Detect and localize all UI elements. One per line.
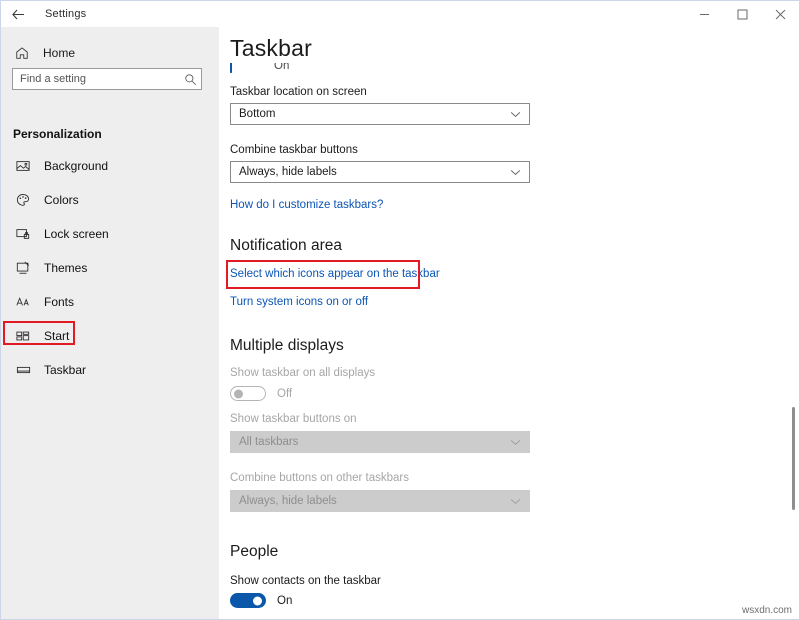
show-contacts-toggle-row[interactable]: On (230, 593, 292, 608)
combine-other-taskbars-label: Combine buttons on other taskbars (230, 472, 409, 484)
show-taskbar-buttons-on-value: All taskbars (239, 436, 298, 448)
search-icon[interactable] (179, 73, 201, 86)
sidebar-section-title: Personalization (13, 127, 102, 141)
close-button[interactable] (761, 1, 799, 27)
search-input[interactable] (13, 68, 179, 90)
sidebar-item-taskbar[interactable]: Taskbar (1, 353, 219, 387)
content-scrollbar[interactable] (787, 27, 799, 620)
sidebar-item-fonts[interactable]: Fonts (1, 285, 219, 319)
sidebar-item-lock-screen[interactable]: Lock screen (1, 217, 219, 251)
sidebar-item-label: Background (44, 159, 108, 173)
scrollbar-thumb[interactable] (792, 407, 795, 510)
taskbar-location-value: Bottom (239, 108, 275, 120)
combine-taskbar-buttons-value: Always, hide labels (239, 166, 337, 178)
title-bar: Settings (1, 1, 800, 27)
sidebar-nav-list: Background Colors (1, 149, 219, 387)
toggle-switch-off[interactable] (230, 386, 266, 401)
combine-other-taskbars-dropdown[interactable]: Always, hide labels (230, 490, 530, 512)
sidebar-item-background[interactable]: Background (1, 149, 219, 183)
watermark: wsxdn.com (742, 605, 792, 616)
taskbar-location-label: Taskbar location on screen (230, 86, 367, 98)
toggle-knob (234, 389, 243, 398)
lock-taskbar-toggle[interactable] (230, 63, 232, 73)
sidebar-item-label: Fonts (44, 295, 74, 309)
toggle-state-label: Off (277, 388, 292, 400)
toggle-knob (253, 596, 262, 605)
page-title: Taskbar (230, 35, 320, 62)
show-taskbar-all-displays-label: Show taskbar on all displays (230, 367, 375, 379)
combine-taskbar-buttons-label: Combine taskbar buttons (230, 144, 358, 156)
toggle-state-label: On (277, 595, 292, 607)
lock-screen-icon (13, 224, 33, 244)
home-icon (13, 46, 31, 60)
picture-icon (13, 156, 33, 176)
window-controls (685, 1, 799, 27)
multiple-displays-heading: Multiple displays (230, 337, 344, 355)
sidebar: Home Personalization Background (1, 27, 219, 620)
show-taskbar-buttons-on-label: Show taskbar buttons on (230, 413, 357, 425)
people-heading: People (230, 543, 278, 561)
sidebar-home-label: Home (43, 46, 75, 60)
search-box[interactable] (12, 68, 202, 90)
notification-area-heading: Notification area (230, 237, 342, 255)
customize-taskbars-link[interactable]: How do I customize taskbars? (230, 199, 383, 211)
maximize-button[interactable] (723, 1, 761, 27)
sidebar-item-start[interactable]: Start (1, 319, 219, 353)
chevron-down-icon (510, 169, 521, 176)
toggle-switch-on[interactable] (230, 593, 266, 608)
sidebar-item-themes[interactable]: Themes (1, 251, 219, 285)
scrolled-off-toggle-row[interactable]: On (230, 63, 430, 85)
window-title: Settings (45, 8, 86, 20)
sidebar-item-home[interactable]: Home (1, 39, 219, 67)
taskbar-location-dropdown[interactable]: Bottom (230, 103, 530, 125)
sidebar-item-label: Taskbar (44, 363, 86, 377)
back-arrow-icon[interactable] (1, 1, 35, 27)
content-pane: Taskbar On Taskbar location on screen Bo… (219, 27, 800, 620)
combine-taskbar-buttons-dropdown[interactable]: Always, hide labels (230, 161, 530, 183)
themes-icon (13, 258, 33, 278)
turn-system-icons-link[interactable]: Turn system icons on or off (230, 296, 368, 308)
show-taskbar-all-displays-toggle-row[interactable]: Off (230, 386, 292, 401)
palette-icon (13, 190, 33, 210)
chevron-down-icon (510, 111, 521, 118)
chevron-down-icon (510, 498, 521, 505)
start-grid-icon (13, 326, 33, 346)
fonts-aa-icon (13, 292, 33, 312)
chevron-down-icon (510, 439, 521, 446)
sidebar-item-colors[interactable]: Colors (1, 183, 219, 217)
settings-window: Settings Home (0, 0, 800, 620)
sidebar-item-label: Start (44, 329, 69, 343)
sidebar-item-label: Colors (44, 193, 79, 207)
sidebar-item-label: Lock screen (44, 227, 109, 241)
show-taskbar-buttons-on-dropdown[interactable]: All taskbars (230, 431, 530, 453)
sidebar-item-label: Themes (44, 261, 87, 275)
show-contacts-label: Show contacts on the taskbar (230, 575, 381, 587)
combine-other-taskbars-value: Always, hide labels (239, 495, 337, 507)
select-icons-on-taskbar-link[interactable]: Select which icons appear on the taskbar (230, 268, 440, 280)
toggle-switch-on[interactable] (230, 63, 232, 73)
taskbar-icon (13, 360, 33, 380)
minimize-button[interactable] (685, 1, 723, 27)
toggle-state-label: On (274, 63, 289, 72)
